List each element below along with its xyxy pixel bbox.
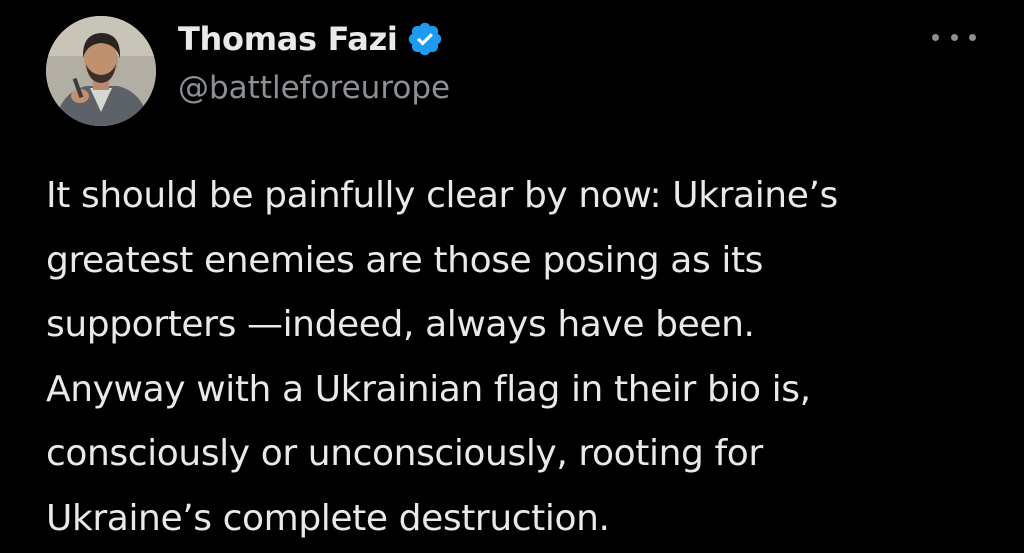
author-avatar[interactable]	[46, 16, 156, 126]
tweet-body: It should be painfully clear by now: Ukr…	[46, 164, 1016, 551]
tweet-text-line: Ukraine’s complete destruction.	[46, 497, 610, 539]
verified-badge-icon[interactable]	[406, 20, 444, 58]
tweet-text-line: consciously or unconsciously, rooting fo…	[46, 433, 763, 474]
ellipsis-dot	[950, 33, 958, 41]
tweet-text-line: supporters —indeed, always have been.	[46, 304, 755, 345]
tweet-text-line: Anyway with a Ukrainian flag in their bi…	[46, 368, 811, 410]
author-handle[interactable]: @battleforeurope	[178, 70, 450, 106]
ellipsis-dot	[969, 33, 976, 41]
author-name-row: Thomas Fazi	[178, 14, 444, 64]
ellipsis-horizontal-icon	[932, 33, 939, 41]
tweet-text-line: It should be painfully clear by now: Ukr…	[46, 175, 838, 216]
user-photo-avatar-icon	[46, 16, 156, 126]
tweet-card: Thomas Fazi @battleforeurope It should b…	[0, 0, 1024, 553]
more-options-button[interactable]	[932, 22, 976, 52]
author-display-name[interactable]: Thomas Fazi	[178, 20, 398, 58]
tweet-text-line: greatest enemies are those posing as its	[46, 239, 764, 281]
